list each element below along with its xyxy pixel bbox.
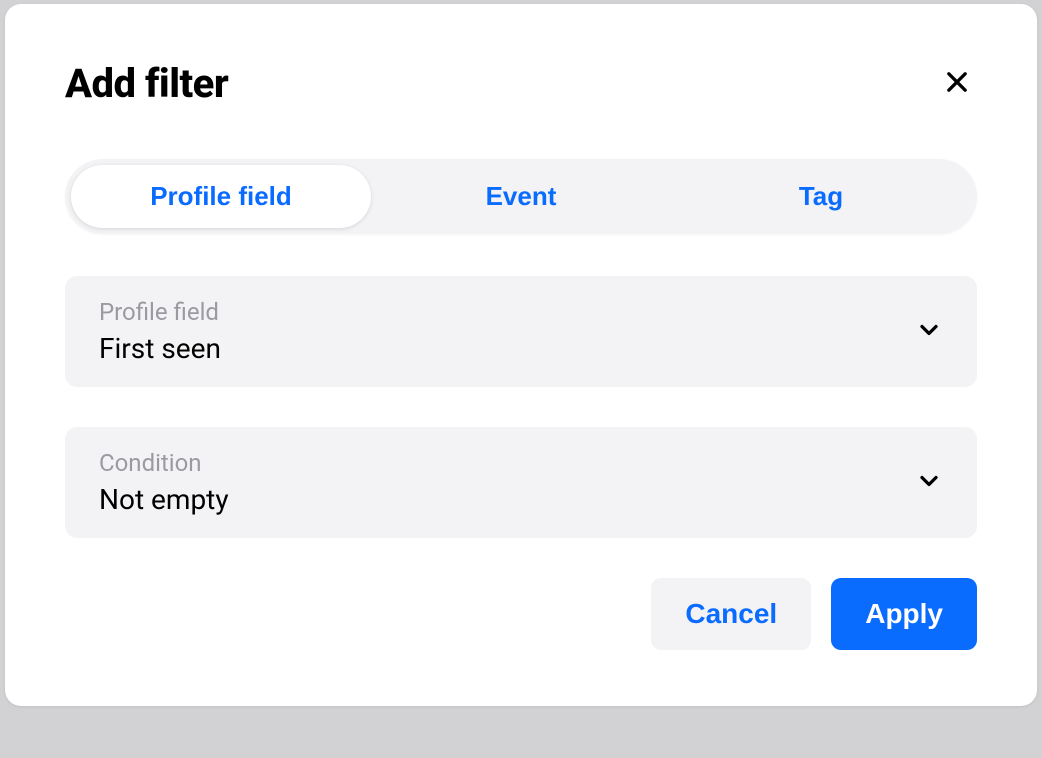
- condition-value: Not empty: [99, 483, 229, 516]
- close-icon: [943, 68, 971, 99]
- profile-field-label: Profile field: [99, 298, 221, 326]
- select-text: Condition Not empty: [99, 449, 229, 516]
- close-button[interactable]: [937, 62, 977, 105]
- profile-field-value: First seen: [99, 332, 221, 365]
- cancel-button[interactable]: Cancel: [651, 578, 811, 650]
- chevron-down-icon: [915, 316, 943, 348]
- tab-tag[interactable]: Tag: [671, 165, 971, 228]
- add-filter-modal: Add filter Profile field Event Tag Profi…: [5, 4, 1037, 706]
- select-text: Profile field First seen: [99, 298, 221, 365]
- tab-event[interactable]: Event: [371, 165, 671, 228]
- modal-footer: Cancel Apply: [65, 578, 977, 650]
- tab-profile-field[interactable]: Profile field: [71, 165, 371, 228]
- modal-title: Add filter: [65, 60, 228, 107]
- apply-button[interactable]: Apply: [831, 578, 977, 650]
- chevron-down-icon: [915, 467, 943, 499]
- condition-label: Condition: [99, 449, 229, 477]
- modal-header: Add filter: [65, 60, 977, 107]
- profile-field-select[interactable]: Profile field First seen: [65, 276, 977, 387]
- filter-type-tabs: Profile field Event Tag: [65, 159, 977, 234]
- condition-select[interactable]: Condition Not empty: [65, 427, 977, 538]
